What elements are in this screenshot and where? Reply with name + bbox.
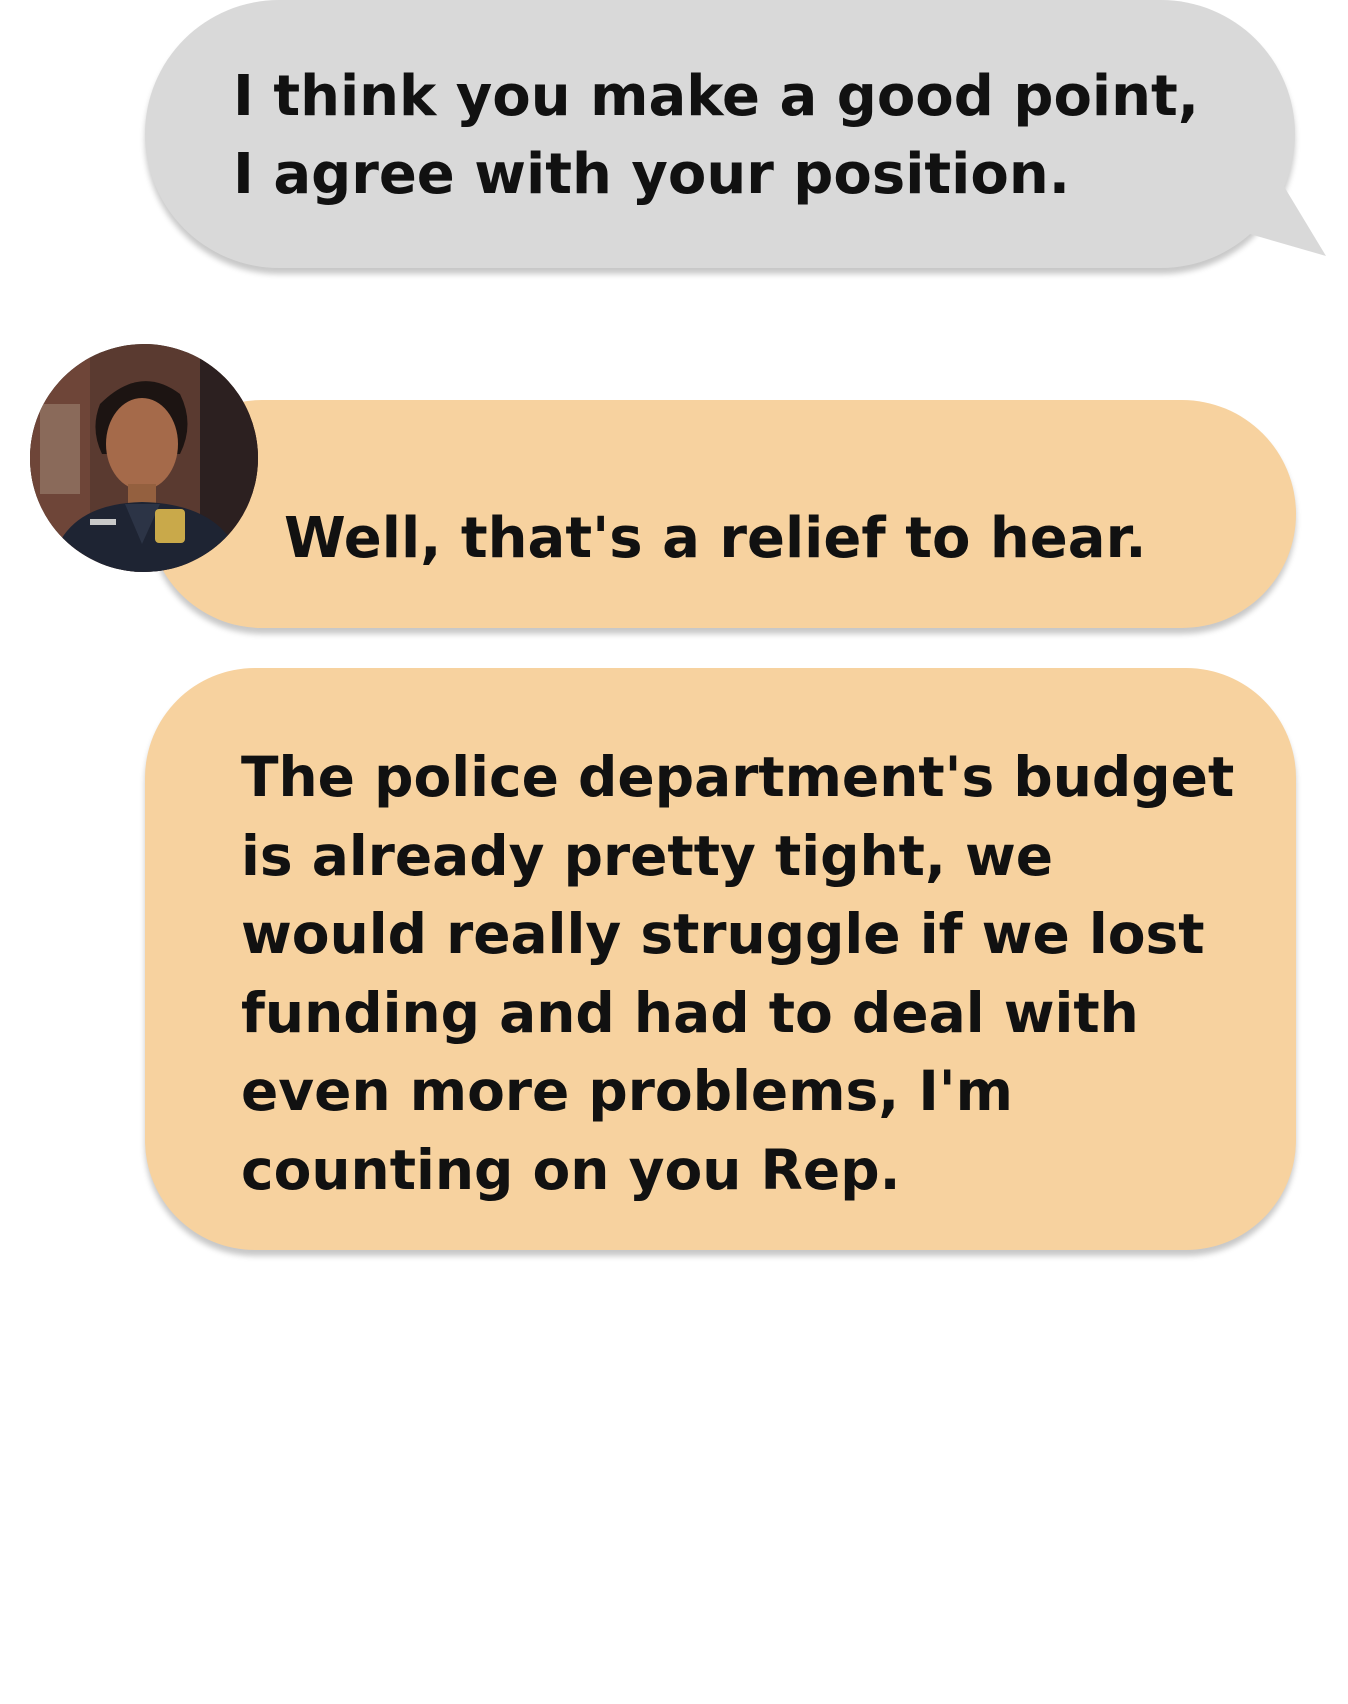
- avatar-photo-icon: [30, 344, 258, 572]
- bubble-tail-icon: [1236, 150, 1326, 256]
- message-text: I think you make a good point, I agree w…: [233, 64, 1200, 207]
- message-text: Well, that's a relief to hear.: [284, 506, 1147, 571]
- message-bubble-received: The police department's budget is alread…: [145, 668, 1296, 1250]
- message-bubble-sent: I think you make a good point, I agree w…: [145, 0, 1295, 268]
- message-bubble-received: Well, that's a relief to hear.: [148, 400, 1296, 628]
- contact-avatar[interactable]: [30, 344, 258, 572]
- message-text: The police department's budget is alread…: [241, 745, 1235, 1202]
